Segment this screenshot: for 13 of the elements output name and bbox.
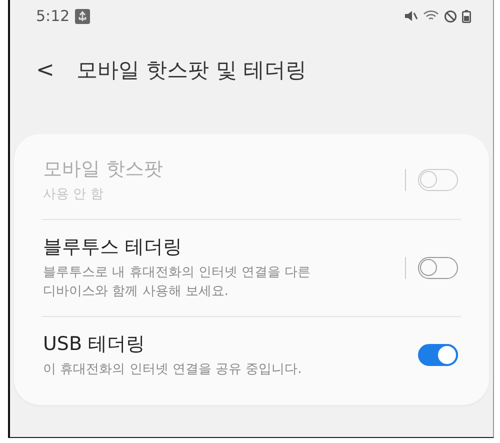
- setting-title[interactable]: USB 테더링: [43, 330, 418, 357]
- setting-description: 이 휴대전화의 인터넷 연결을 공유 중입니다.: [43, 360, 303, 379]
- notification-icon: [74, 8, 90, 24]
- setting-title[interactable]: 블루투스 테더링: [43, 234, 405, 260]
- mute-icon: [404, 10, 418, 22]
- back-button[interactable]: <: [36, 58, 54, 82]
- setting-description: 블루투스로 내 휴대전화의 인터넷 연결을 다른 디바이스와 함께 사용해 보세요.: [43, 264, 312, 301]
- setting-description: 사용 안 함: [43, 186, 104, 204]
- status-time: 5:12: [36, 7, 70, 25]
- wifi-icon: [423, 10, 439, 22]
- battery-icon: [462, 10, 471, 22]
- page-title: 모바일 핫스팟 및 테더링: [76, 57, 306, 84]
- blocked-icon: [444, 10, 457, 22]
